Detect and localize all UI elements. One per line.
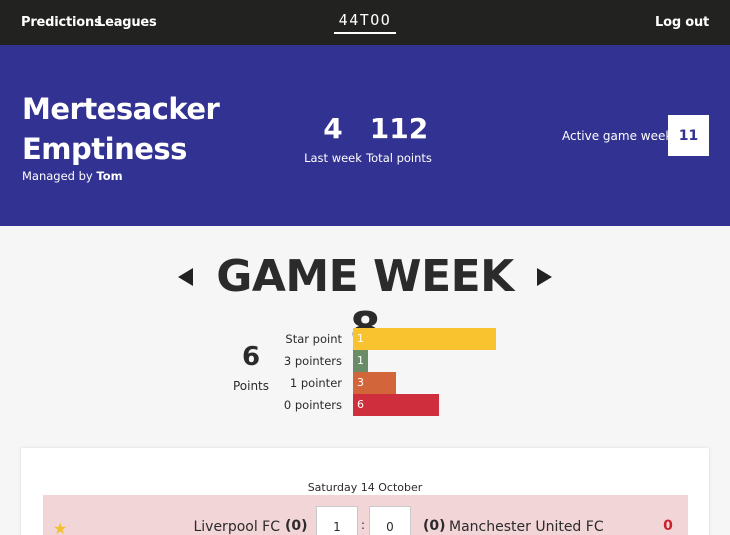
away-actual-score: (0) [423, 518, 446, 534]
week-points-value: 6 [241, 342, 261, 372]
next-week-arrow-icon[interactable] [537, 268, 552, 286]
team-name: Mertesacker Emptiness [22, 92, 220, 166]
nav-predictions-link[interactable]: Predictions [21, 15, 102, 30]
breakdown-label-0-pointers: 0 pointers [283, 398, 342, 412]
home-prediction-input[interactable]: 1 [316, 506, 358, 535]
logout-link[interactable]: Log out [655, 15, 709, 30]
fixture-date: Saturday 14 October [307, 481, 423, 494]
logo-underline [334, 32, 396, 34]
breakdown-label-3-pointers: 3 pointers [283, 354, 342, 368]
star-icon[interactable]: ★ [53, 519, 67, 535]
match-points: 0 [663, 518, 673, 534]
breakdown-bar-1-pointer: 3 [353, 372, 396, 394]
breakdown-label-star: Star point [285, 332, 342, 346]
last-week-label: Last week [304, 151, 362, 165]
previous-week-arrow-icon[interactable] [178, 268, 193, 286]
last-week-points: 4 [323, 112, 343, 145]
manager-name: Tom [96, 169, 123, 183]
breakdown-bar-star: 1 [353, 328, 496, 350]
home-actual-score: (0) [285, 518, 308, 534]
breakdown-bar-3-pointers: 1 [353, 350, 368, 372]
active-game-week-badge[interactable]: 11 [668, 115, 709, 156]
away-prediction-input[interactable]: 0 [369, 506, 411, 535]
total-points-label: Total points [366, 151, 432, 165]
home-team-name: Liverpool FC [193, 519, 280, 535]
away-team-name: Manchester United FC [449, 519, 604, 535]
site-logo[interactable]: 44TOO [334, 11, 396, 29]
active-game-week-label: Active game week [562, 129, 673, 143]
total-points: 112 [369, 112, 429, 145]
top-nav: Predictions Leagues 44TOO Log out [0, 0, 730, 45]
breakdown-bar-0-pointers: 6 [353, 394, 439, 416]
managed-by-prefix: Managed by [22, 169, 93, 183]
score-separator: : [361, 518, 366, 532]
week-points-label: Points [232, 379, 270, 393]
managed-by: Managed by Tom [22, 169, 123, 183]
nav-leagues-link[interactable]: Leagues [97, 15, 157, 30]
team-hero: Mertesacker Emptiness Managed by Tom 4 L… [0, 45, 730, 226]
breakdown-label-1-pointer: 1 pointer [289, 376, 342, 390]
